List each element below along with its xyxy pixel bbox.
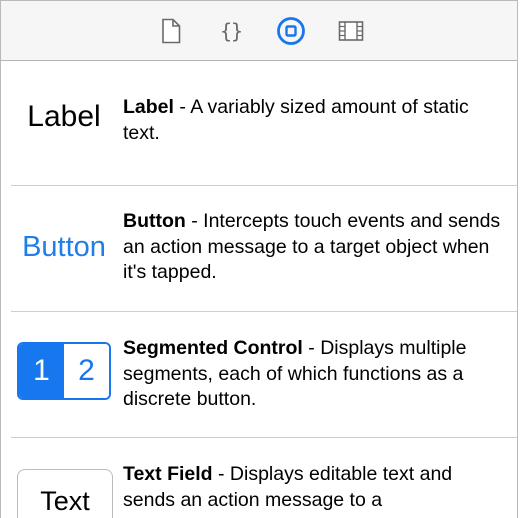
library-item-button[interactable]: Button Button - Intercepts touch events … [1, 186, 517, 311]
code-snippet-tab[interactable]: {} [217, 17, 245, 45]
item-separator: - [173, 96, 191, 118]
library-item-text-field[interactable]: Text Text Field - Displays editable text… [1, 438, 517, 518]
object-library-panel: {} Label Label - A variably sized amount… [0, 0, 518, 518]
text-field-preview: Text [17, 469, 113, 518]
library-item-segmented-control[interactable]: 1 2 Segmented Control - Displays multipl… [1, 312, 517, 437]
object-library-tab[interactable] [277, 17, 305, 45]
library-item-label[interactable]: Label Label - A variably sized amount of… [1, 62, 517, 185]
media-library-tab[interactable] [337, 17, 365, 45]
label-preview: Label [27, 100, 101, 133]
file-icon [160, 18, 182, 44]
segment-selected: 1 [19, 344, 64, 398]
file-template-tab[interactable] [157, 17, 185, 45]
item-description: Label - A variably sized amount of stati… [123, 95, 503, 146]
segmented-control-preview: 1 2 [17, 342, 111, 400]
segment-unselected: 2 [64, 344, 109, 398]
media-library-icon [338, 20, 364, 42]
object-library-icon [276, 16, 306, 46]
item-separator: - [302, 337, 321, 359]
item-name: Label [123, 96, 174, 118]
item-description: Text Field - Displays editable text and … [123, 462, 503, 513]
library-tab-bar: {} [1, 1, 517, 61]
item-name: Segmented Control [123, 337, 303, 359]
item-name: Text Field [123, 463, 213, 485]
button-preview: Button [22, 231, 106, 263]
item-separator: - [212, 463, 230, 485]
item-name: Button [123, 210, 186, 232]
item-separator: - [185, 210, 204, 232]
braces-icon: {} [219, 19, 243, 43]
item-description: Segmented Control - Displays multiple se… [123, 336, 503, 413]
item-description: Button - Intercepts touch events and sen… [123, 209, 503, 286]
